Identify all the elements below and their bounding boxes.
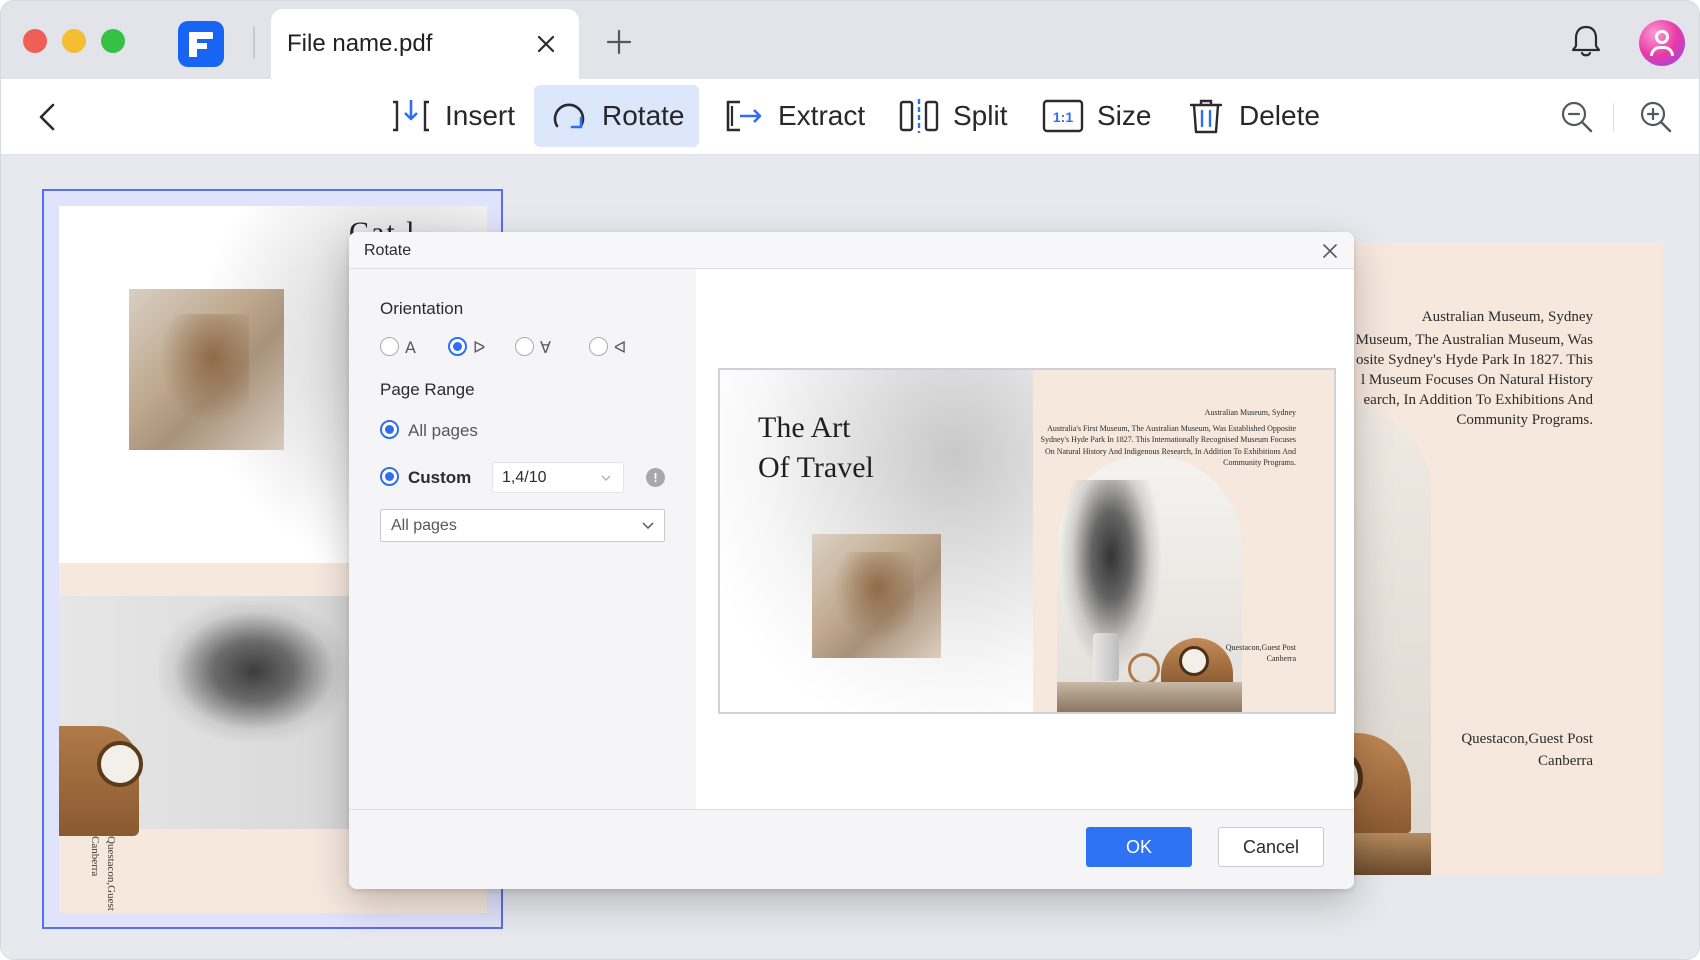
app-logo-icon[interactable]	[178, 21, 224, 67]
preview-title: The Art Of Travel	[758, 411, 874, 484]
caption-line2: Canberra	[1538, 753, 1593, 769]
preview-vase	[1093, 633, 1119, 681]
page-subset-value: All pages	[391, 517, 457, 534]
custom-radio[interactable]	[380, 467, 399, 486]
preview-flowers-photo	[812, 534, 941, 658]
photo-caption: Questacon,Guest Post Canberra	[1461, 728, 1593, 772]
dialog-title: Rotate	[364, 242, 412, 259]
close-window-button[interactable]	[23, 29, 47, 53]
split-icon	[899, 99, 939, 133]
orientation-radio-270[interactable]	[589, 337, 608, 356]
preview-clock-face	[1179, 646, 1209, 676]
dialog-footer: OK Cancel	[349, 809, 1354, 889]
preview-caption-line1: Questacon,Guest Post	[1225, 643, 1296, 652]
document-tab[interactable]: File name.pdf	[271, 9, 579, 79]
extract-label: Extract	[778, 100, 866, 131]
rotate-tool-button[interactable]: Rotate	[534, 85, 699, 147]
extract-tool-button[interactable]: Extract	[708, 85, 879, 147]
info-icon[interactable]: !	[646, 468, 665, 487]
split-tool-button[interactable]: Split	[883, 85, 1021, 147]
caption-line1: Questacon,Guest Post	[1461, 731, 1593, 747]
svg-text:1:1: 1:1	[1053, 109, 1073, 125]
dialog-preview-panel: The Art Of Travel Australian Museum, Syd…	[696, 269, 1354, 809]
preview-caption-line2: Canberra	[1266, 654, 1296, 663]
orientation-glyph-90: ᐅ	[473, 338, 486, 357]
page-range-label: Page Range	[380, 380, 475, 399]
zoom-in-icon[interactable]	[1638, 99, 1674, 135]
preview-caption: Questacon,Guest Post Canberra	[1226, 642, 1296, 664]
dialog-options-panel: Orientation A ᐅ ∀ ᐊ Page Range All pages…	[349, 269, 696, 809]
tab-close-icon[interactable]	[533, 31, 559, 57]
user-avatar[interactable]	[1639, 20, 1685, 66]
custom-range-combobox[interactable]: 1,4/10	[492, 462, 624, 493]
preview-body: Australia's First Museum, The Australian…	[1040, 423, 1296, 468]
eucalyptus-leaves-image	[159, 601, 349, 741]
title-separator	[253, 27, 255, 59]
cancel-button[interactable]: Cancel	[1218, 827, 1324, 867]
size-label: Size	[1097, 100, 1152, 131]
preview-text: Australian Museum, Sydney Australia's Fi…	[1036, 407, 1296, 469]
back-arrow-icon[interactable]	[33, 99, 63, 135]
custom-label: Custom	[408, 468, 472, 487]
size-icon: 1:1	[1042, 99, 1084, 133]
dried-flowers-photo	[129, 289, 284, 450]
orientation-radio-0[interactable]	[380, 337, 399, 356]
page-subset-select[interactable]: All pages	[380, 509, 665, 542]
page-toolbar: Insert Rotate Extract Split 1:1 Size Del…	[1, 79, 1699, 155]
tab-title: File name.pdf	[287, 30, 433, 57]
app-window: File name.pdf Insert Rotate Extract Spli…	[0, 0, 1700, 960]
orientation-glyph-0: A	[405, 338, 416, 357]
clock-face	[97, 741, 143, 787]
rotate-icon	[553, 103, 585, 129]
orientation-radio-90[interactable]	[448, 337, 467, 356]
delete-label: Delete	[1239, 100, 1320, 131]
preview-left-page: The Art Of Travel	[720, 370, 1033, 712]
notification-bell-icon[interactable]	[1569, 23, 1603, 59]
all-pages-label: All pages	[408, 421, 478, 440]
preview-heading: Australian Museum, Sydney	[1204, 408, 1296, 417]
insert-label: Insert	[445, 100, 516, 131]
all-pages-radio[interactable]	[380, 420, 399, 439]
orientation-glyph-270: ᐊ	[614, 338, 627, 357]
vertical-caption-line2: Canberra	[89, 836, 101, 877]
size-tool-button[interactable]: 1:1 Size	[1027, 85, 1165, 147]
trash-icon	[1189, 99, 1223, 134]
insert-tool-button[interactable]: Insert	[375, 85, 529, 147]
maximize-window-button[interactable]	[101, 29, 125, 53]
insert-icon	[393, 100, 429, 132]
split-label: Split	[953, 100, 1008, 131]
vertical-caption: Questacon,Guest Post Canberra	[87, 836, 119, 913]
title-bar: File name.pdf	[1, 1, 1699, 79]
preview-table	[1057, 682, 1242, 712]
orientation-label: Orientation	[380, 299, 464, 318]
orientation-radio-180[interactable]	[515, 337, 534, 356]
dialog-close-icon[interactable]	[1320, 241, 1340, 261]
chevron-down-icon	[642, 522, 654, 530]
minimize-window-button[interactable]	[62, 29, 86, 53]
rotate-dialog: Rotate Orientation A ᐅ ∀ ᐊ Page Range Al…	[349, 232, 1354, 889]
orientation-glyph-180: ∀	[540, 338, 551, 357]
preview-right-page: Australian Museum, Sydney Australia's Fi…	[1033, 370, 1334, 712]
rotate-label: Rotate	[602, 100, 685, 131]
vertical-caption-line1: Questacon,Guest Post	[105, 836, 117, 913]
delete-tool-button[interactable]: Delete	[1171, 85, 1334, 147]
extract-icon	[726, 100, 762, 132]
dialog-header: Rotate	[349, 232, 1354, 269]
rotation-preview: The Art Of Travel Australian Museum, Syd…	[718, 368, 1336, 714]
ok-button[interactable]: OK	[1086, 827, 1192, 867]
custom-range-value: 1,4/10	[502, 469, 547, 486]
zoom-out-icon[interactable]	[1559, 99, 1595, 135]
preview-sphere	[1128, 653, 1160, 685]
zoom-separator	[1613, 103, 1614, 131]
chevron-down-icon	[601, 475, 611, 481]
new-tab-icon[interactable]	[604, 27, 634, 57]
